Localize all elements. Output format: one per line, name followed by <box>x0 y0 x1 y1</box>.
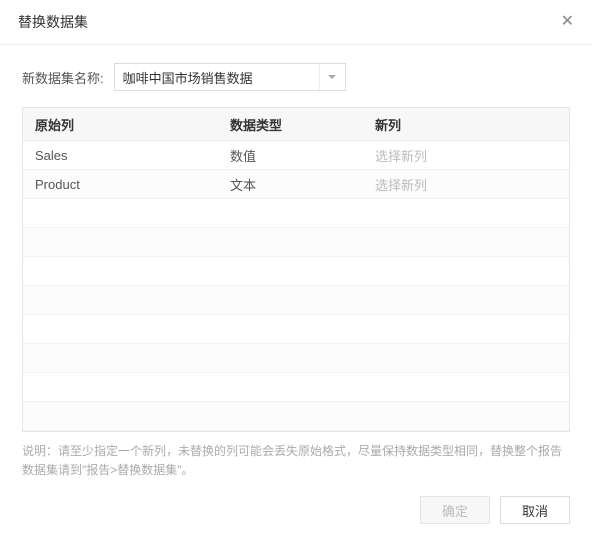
cell-datatype: 文本 <box>218 170 363 198</box>
cell-newcol-select[interactable]: 选择新列 <box>363 170 569 198</box>
table-row: Product 文本 选择新列 <box>23 170 569 199</box>
header-original-column: 原始列 <box>23 108 218 140</box>
cell-datatype: 数值 <box>218 141 363 169</box>
table-row <box>23 373 569 402</box>
dialog-header: 替换数据集 ✕ <box>0 0 592 45</box>
dialog-title: 替换数据集 <box>18 12 88 32</box>
table-row <box>23 344 569 373</box>
table-header: 原始列 数据类型 新列 <box>23 108 569 141</box>
dataset-name-select[interactable] <box>114 63 346 91</box>
chevron-down-icon[interactable] <box>319 64 345 90</box>
hint-text: 说明：请至少指定一个新列，未替换的列可能会丢失原始格式，尽量保持数据类型相同，替… <box>22 442 570 480</box>
cancel-button[interactable]: 取消 <box>500 496 570 524</box>
dataset-name-label: 新数据集名称: <box>22 68 104 87</box>
column-mapping-table: 原始列 数据类型 新列 Sales 数值 选择新列 Product 文本 选择新… <box>22 107 570 432</box>
table-row <box>23 315 569 344</box>
close-icon[interactable]: ✕ <box>561 14 574 30</box>
dataset-name-input[interactable] <box>115 64 319 90</box>
table-row <box>23 402 569 431</box>
table-row <box>23 228 569 257</box>
dataset-name-row: 新数据集名称: <box>22 63 570 91</box>
table-row: Sales 数值 选择新列 <box>23 141 569 170</box>
cell-original: Product <box>23 170 218 198</box>
header-new-column: 新列 <box>363 108 569 140</box>
cell-newcol-select[interactable]: 选择新列 <box>363 141 569 169</box>
table-body: Sales 数值 选择新列 Product 文本 选择新列 <box>23 141 569 431</box>
dialog-footer: 确定 取消 <box>0 480 592 542</box>
table-row <box>23 286 569 315</box>
table-row <box>23 257 569 286</box>
header-data-type: 数据类型 <box>218 108 363 140</box>
replace-dataset-dialog: 替换数据集 ✕ 新数据集名称: 原始列 数据类型 新列 Sales 数值 <box>0 0 592 536</box>
dialog-body: 新数据集名称: 原始列 数据类型 新列 Sales 数值 选择新列 <box>0 45 592 480</box>
table-row <box>23 199 569 228</box>
ok-button[interactable]: 确定 <box>420 496 490 524</box>
cell-original: Sales <box>23 141 218 169</box>
